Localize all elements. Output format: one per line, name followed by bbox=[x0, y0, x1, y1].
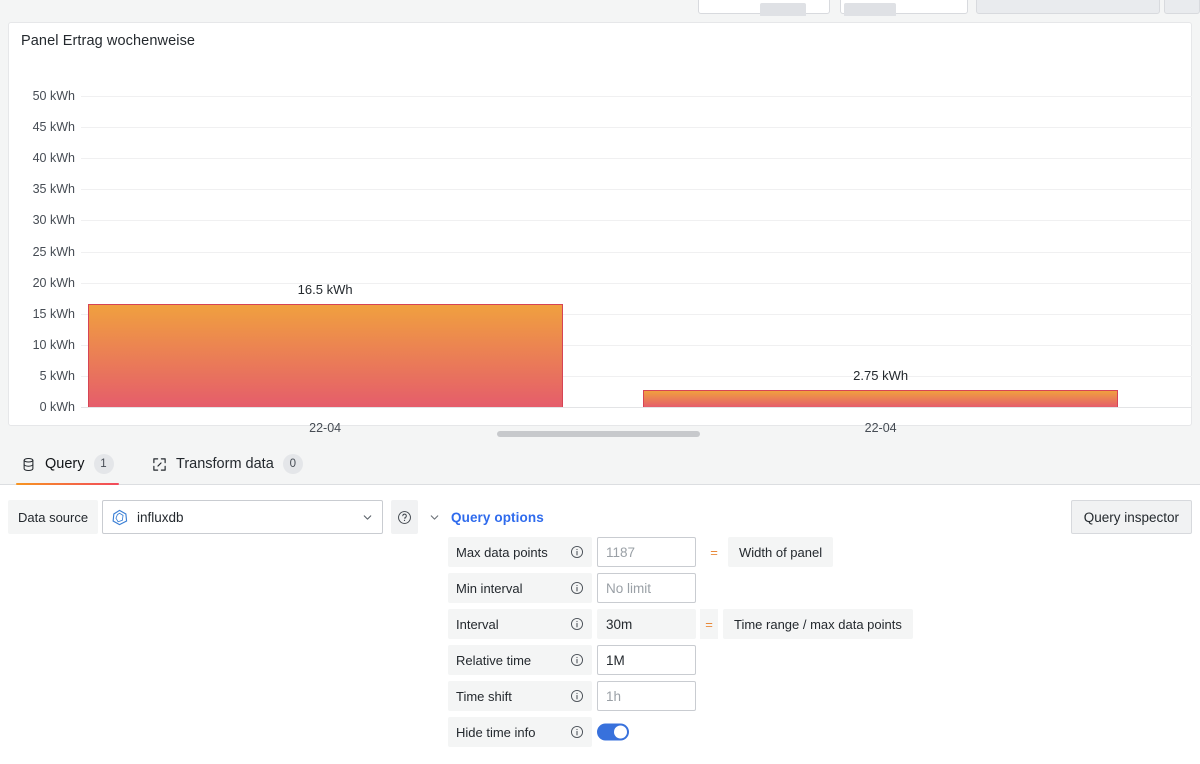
toolbar-button-1[interactable] bbox=[976, 0, 1160, 14]
query-options-label: Query options bbox=[451, 510, 544, 525]
input-time-shift[interactable]: 1h bbox=[597, 681, 696, 711]
data-source-help-button[interactable] bbox=[391, 500, 418, 534]
input-relative-time[interactable]: 1M bbox=[597, 645, 696, 675]
info-icon[interactable] bbox=[570, 545, 584, 559]
tab-query[interactable]: Query 1 bbox=[8, 443, 127, 485]
data-source-picker[interactable]: influxdb bbox=[102, 500, 383, 534]
influxdb-icon bbox=[111, 509, 128, 526]
editor-tab-bar: Query 1 Transform data 0 bbox=[0, 443, 1200, 485]
gridline bbox=[81, 283, 1192, 284]
input-min-interval[interactable]: No limit bbox=[597, 573, 696, 603]
y-axis-tick-label: 15 kWh bbox=[9, 307, 75, 321]
chevron-down-icon bbox=[361, 511, 374, 524]
bar-value-label: 2.75 kWh bbox=[853, 368, 908, 383]
transform-icon bbox=[152, 457, 167, 472]
query-editor-pane: Data source influxdb bbox=[0, 485, 1200, 764]
tab-label: Transform data bbox=[176, 456, 274, 472]
chevron-down-icon bbox=[428, 511, 441, 524]
y-axis-tick-label: 35 kWh bbox=[9, 182, 75, 196]
input-max-data-points[interactable]: 1187 bbox=[597, 537, 696, 567]
gridline bbox=[81, 127, 1192, 128]
data-source-value: influxdb bbox=[137, 510, 361, 525]
toggle-knob bbox=[614, 726, 627, 739]
y-axis-tick-label: 30 kWh bbox=[9, 213, 75, 227]
panel-title: Panel Ertrag wochenweise bbox=[21, 33, 195, 49]
bar[interactable] bbox=[88, 304, 563, 407]
top-toolbar-strip bbox=[0, 0, 1200, 16]
query-options-toggle[interactable]: Query options bbox=[428, 500, 544, 534]
tab-transform-data[interactable]: Transform data 0 bbox=[139, 443, 316, 485]
y-axis-tick-label: 20 kWh bbox=[9, 276, 75, 290]
y-axis-tick-label: 25 kWh bbox=[9, 245, 75, 259]
gridline bbox=[81, 220, 1192, 221]
data-source-row: Data source influxdb bbox=[0, 500, 1200, 534]
tab-label: Query bbox=[45, 456, 85, 472]
option-description-max-data-points: Width of panel bbox=[728, 537, 833, 567]
tab-badge: 1 bbox=[94, 454, 114, 474]
y-axis-tick-label: 10 kWh bbox=[9, 338, 75, 352]
y-axis-tick-label: 5 kWh bbox=[9, 369, 75, 383]
gridline bbox=[81, 158, 1192, 159]
y-axis-tick-label: 45 kWh bbox=[9, 120, 75, 134]
bar-chart[interactable]: 0 kWh 5 kWh 10 kWh 15 kWh 20 kWh 25 kWh 30 kWh… bbox=[9, 61, 1193, 427]
equals-sign: = bbox=[705, 537, 723, 567]
bar-value-label: 16.5 kWh bbox=[298, 282, 353, 297]
info-icon[interactable] bbox=[570, 581, 584, 595]
input-interval: 30m bbox=[597, 609, 696, 639]
panel-horizontal-scrollbar[interactable] bbox=[0, 428, 1200, 442]
y-axis-tick-label: 40 kWh bbox=[9, 151, 75, 165]
tab-badge: 0 bbox=[283, 454, 303, 474]
gridline bbox=[81, 96, 1192, 97]
panel-card: Panel Ertrag wochenweise 0 kWh 5 kWh 10 kW… bbox=[8, 22, 1192, 426]
option-description-interval: Time range / max data points bbox=[723, 609, 913, 639]
help-circle-icon bbox=[397, 510, 412, 525]
gridline bbox=[81, 252, 1192, 253]
query-inspector-button[interactable]: Query inspector bbox=[1071, 500, 1192, 534]
info-icon[interactable] bbox=[570, 653, 584, 667]
equals-sign: = bbox=[700, 609, 718, 639]
info-icon[interactable] bbox=[570, 617, 584, 631]
bar[interactable] bbox=[643, 390, 1118, 407]
info-icon[interactable] bbox=[570, 725, 584, 739]
toolbar-input-1-inner bbox=[760, 3, 806, 16]
scrollbar-thumb[interactable] bbox=[497, 431, 700, 437]
database-icon bbox=[21, 457, 36, 472]
data-source-label: Data source bbox=[8, 500, 98, 534]
toolbar-button-2[interactable] bbox=[1164, 0, 1200, 14]
info-icon[interactable] bbox=[570, 689, 584, 703]
y-axis-tick-label: 50 kWh bbox=[9, 89, 75, 103]
gridline bbox=[81, 189, 1192, 190]
toggle-hide-time-info[interactable] bbox=[597, 724, 629, 741]
gridline bbox=[81, 407, 1192, 408]
toolbar-input-2-inner bbox=[844, 3, 896, 16]
y-axis-tick-label: 0 kWh bbox=[9, 400, 75, 414]
